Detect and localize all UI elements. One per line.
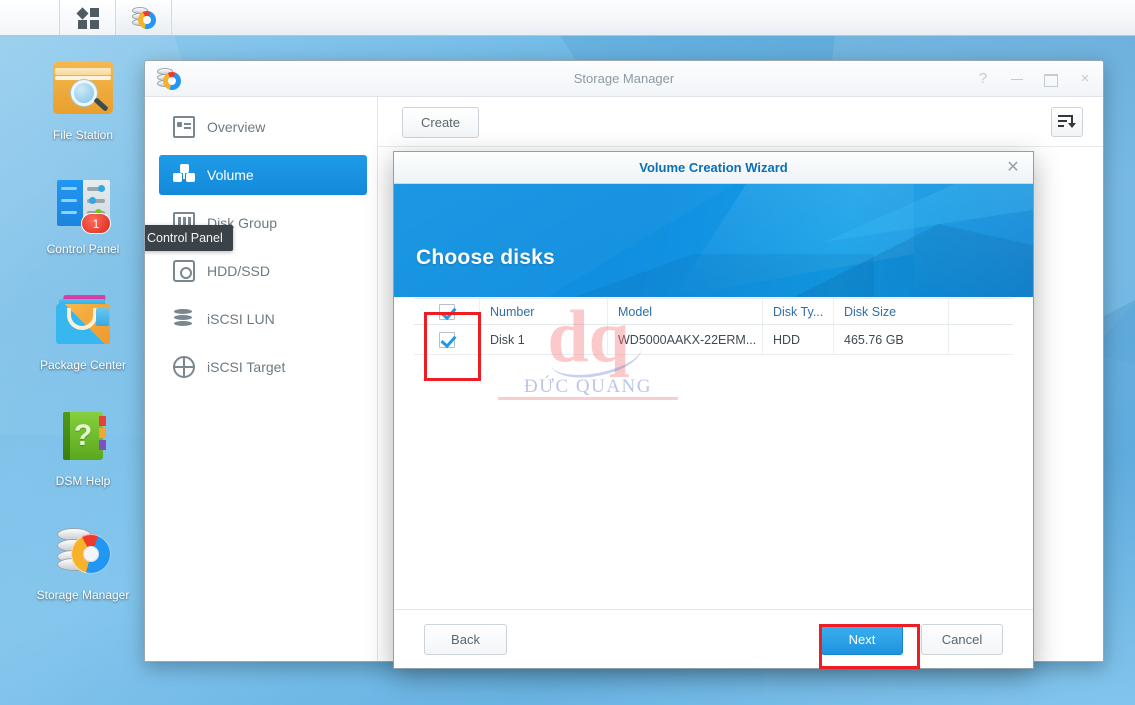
column-header-number[interactable]: Number bbox=[480, 299, 608, 324]
taskbar-empty-area bbox=[172, 0, 1135, 35]
row-checkbox-cell[interactable] bbox=[414, 325, 480, 354]
wizard-footer: Back Next Cancel bbox=[394, 609, 1033, 668]
back-button[interactable]: Back bbox=[424, 624, 507, 655]
table-row[interactable]: Disk 1 WD5000AAKX-22ERM... HDD 465.76 GB bbox=[414, 325, 1013, 355]
cell-disk-type: HDD bbox=[763, 325, 834, 354]
cell-model: WD5000AAKX-22ERM... bbox=[608, 325, 763, 354]
column-header-model[interactable]: Model bbox=[608, 299, 763, 324]
sort-descending-icon bbox=[1058, 115, 1076, 129]
help-icon[interactable]: ? bbox=[973, 69, 993, 89]
window-title: Storage Manager bbox=[573, 71, 675, 86]
sidebar-item-iscsi-target[interactable]: iSCSI Target bbox=[159, 347, 367, 387]
file-station-icon bbox=[51, 58, 115, 122]
wizard-banner: Choose disks bbox=[394, 184, 1033, 297]
desktop-icon-storage-manager[interactable]: Storage Manager bbox=[28, 518, 138, 603]
tiles-icon bbox=[75, 6, 99, 29]
volume-creation-wizard-dialog: Volume Creation Wizard ✕ Choose disks Nu… bbox=[393, 151, 1034, 669]
wizard-titlebar[interactable]: Volume Creation Wizard ✕ bbox=[394, 152, 1033, 184]
desktop-icon-control-panel[interactable]: 1 Control Panel bbox=[28, 172, 138, 257]
sidebar-item-label: Overview bbox=[207, 119, 266, 135]
close-icon[interactable]: ✕ bbox=[1003, 158, 1023, 178]
next-button[interactable]: Next bbox=[821, 624, 903, 655]
package-center-icon bbox=[51, 288, 115, 352]
create-button[interactable]: Create bbox=[402, 107, 480, 138]
wizard-content: Number Model Disk Ty... Disk Size Disk 1… bbox=[394, 298, 1033, 609]
overview-icon bbox=[173, 116, 195, 138]
storage-manager-icon bbox=[131, 6, 156, 30]
close-icon[interactable]: × bbox=[1075, 69, 1095, 89]
storage-manager-icon bbox=[51, 518, 115, 582]
wizard-title: Volume Creation Wizard bbox=[639, 160, 788, 175]
taskbar-left-spacer bbox=[0, 0, 60, 35]
column-header-disk-size[interactable]: Disk Size bbox=[834, 299, 949, 324]
iscsi-lun-icon bbox=[173, 308, 195, 330]
sidebar-item-hdd-ssd[interactable]: HDD/SSD bbox=[159, 251, 367, 291]
sidebar: Overview Volume Disk Group HDD/SSD iSCSI… bbox=[145, 97, 378, 661]
minimize-icon[interactable] bbox=[1007, 69, 1027, 89]
sidebar-item-volume[interactable]: Volume bbox=[159, 155, 367, 195]
desktop-icon-label: File Station bbox=[52, 128, 114, 142]
table-header-row: Number Model Disk Ty... Disk Size bbox=[414, 298, 1013, 325]
desktop-icon-label: Control Panel bbox=[46, 242, 120, 256]
taskbar-app-menu-button[interactable] bbox=[60, 0, 116, 35]
dsm-help-icon: ? bbox=[51, 404, 115, 468]
select-all-checkbox[interactable] bbox=[438, 303, 455, 320]
maximize-icon[interactable] bbox=[1041, 69, 1061, 89]
control-panel-icon: 1 bbox=[51, 172, 115, 236]
notification-badge: 1 bbox=[81, 213, 111, 234]
sidebar-item-label: HDD/SSD bbox=[207, 263, 271, 279]
taskbar-storage-manager-button[interactable] bbox=[116, 0, 172, 35]
cell-number: Disk 1 bbox=[480, 325, 608, 354]
sidebar-item-iscsi-lun[interactable]: iSCSI LUN bbox=[159, 299, 367, 339]
cancel-button[interactable]: Cancel bbox=[921, 624, 1003, 655]
desktop-icon-label: DSM Help bbox=[55, 474, 111, 488]
column-header-disk-type[interactable]: Disk Ty... bbox=[763, 299, 834, 324]
desktop-icon-file-station[interactable]: File Station bbox=[28, 58, 138, 143]
desktop-icon-label: Package Center bbox=[39, 358, 127, 372]
wizard-heading: Choose disks bbox=[416, 246, 555, 269]
tooltip-control-panel: Control Panel bbox=[145, 225, 233, 251]
cell-spacer bbox=[949, 325, 1013, 354]
row-checkbox[interactable] bbox=[438, 331, 455, 348]
sidebar-item-label: iSCSI LUN bbox=[207, 311, 275, 327]
window-titlebar[interactable]: Storage Manager ? × bbox=[145, 61, 1103, 97]
disk-table: Number Model Disk Ty... Disk Size Disk 1… bbox=[414, 298, 1013, 355]
desktop-icon-package-center[interactable]: Package Center bbox=[28, 288, 138, 373]
desktop-icon-label: Storage Manager bbox=[36, 588, 130, 602]
desktop-icon-dsm-help[interactable]: ? DSM Help bbox=[28, 404, 138, 489]
taskbar bbox=[0, 0, 1135, 36]
hdd-ssd-icon bbox=[173, 260, 195, 282]
sidebar-item-overview[interactable]: Overview bbox=[159, 107, 367, 147]
select-all-checkbox-cell[interactable] bbox=[414, 299, 480, 324]
volume-icon bbox=[173, 164, 195, 186]
sidebar-item-label: iSCSI Target bbox=[207, 359, 286, 375]
content-toolbar: Create bbox=[378, 97, 1103, 147]
sort-button[interactable] bbox=[1051, 107, 1083, 137]
sidebar-item-label: Volume bbox=[207, 167, 254, 183]
iscsi-target-icon bbox=[173, 356, 195, 378]
cell-disk-size: 465.76 GB bbox=[834, 325, 949, 354]
column-header-spacer bbox=[949, 299, 1013, 324]
